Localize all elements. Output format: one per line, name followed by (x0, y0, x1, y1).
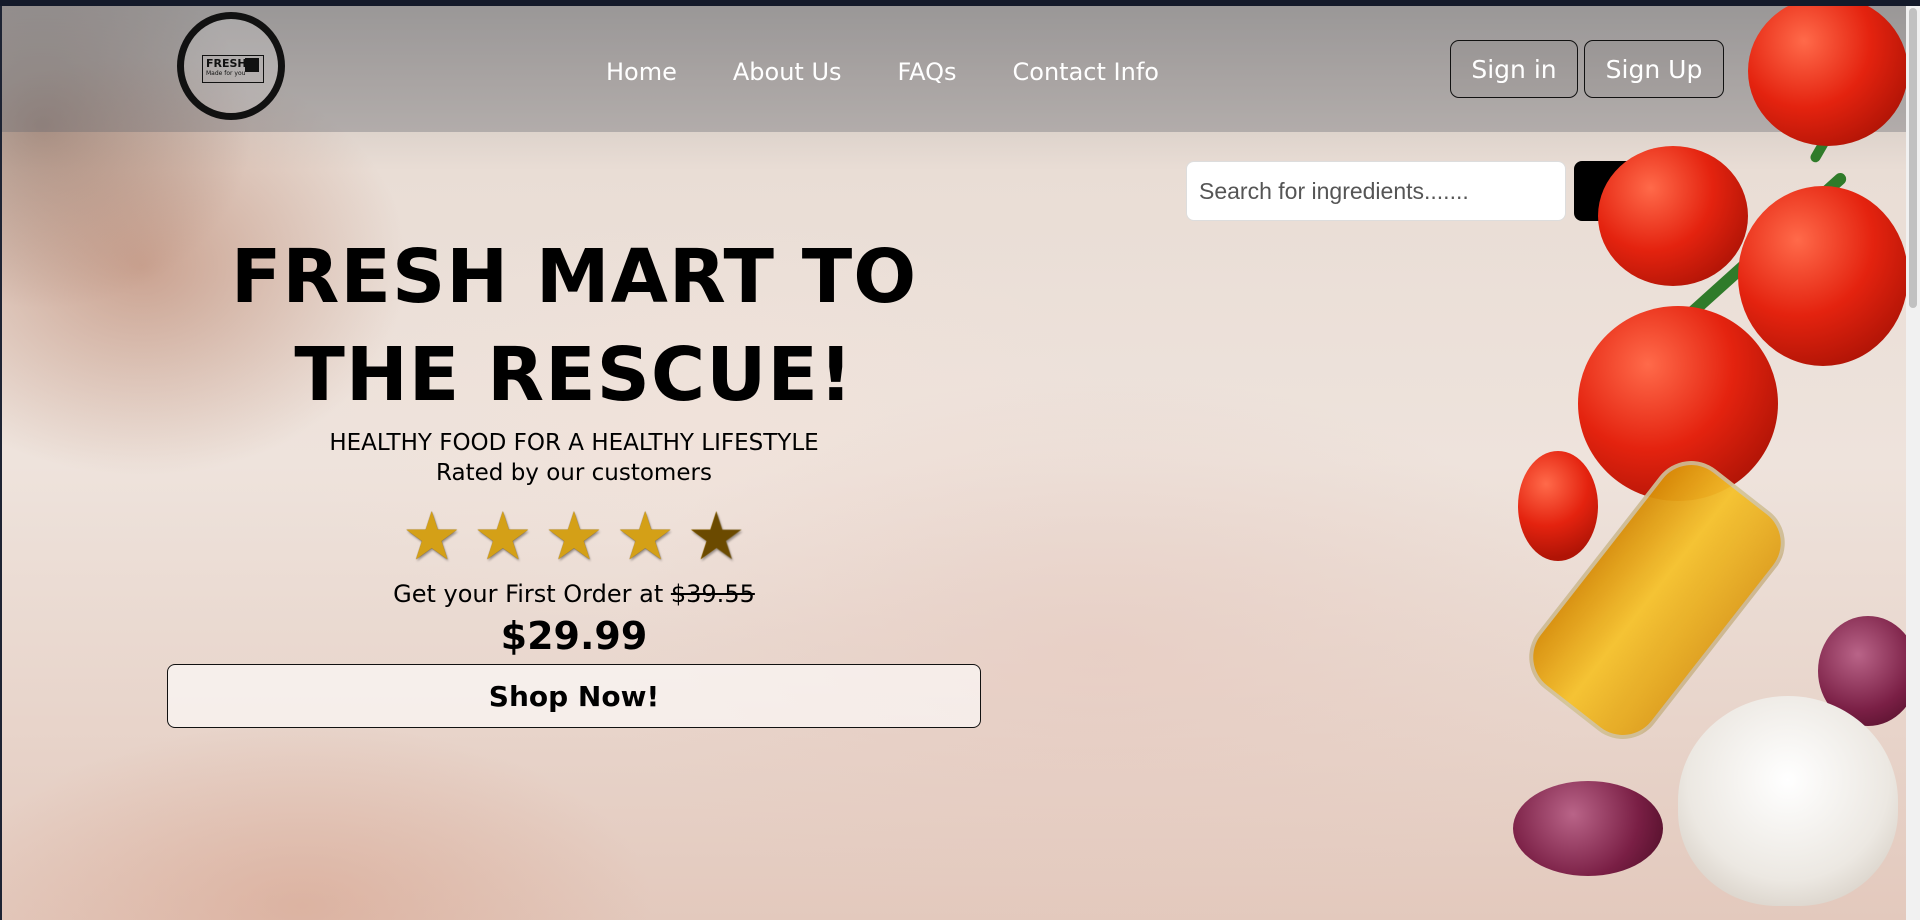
hero-tagline: HEALTHY FOOD FOR A HEALTHY LIFESTYLE (329, 430, 819, 456)
star-icon: ★ (473, 498, 533, 575)
star-icon: ★ (544, 498, 604, 575)
old-price: $39.55 (670, 580, 755, 608)
produce-image (1478, 6, 1908, 920)
shop-now-button[interactable]: Shop Now! (167, 664, 981, 728)
nav-home[interactable]: Home (606, 58, 677, 86)
nav-about-us[interactable]: About Us (733, 58, 842, 86)
offer-text: Get your First Order at $39.55 (167, 580, 981, 608)
cherry-tomato (1518, 451, 1598, 561)
logo-badge: FRESH Made for you (202, 55, 264, 83)
tomato (1598, 146, 1748, 286)
tomato (1748, 6, 1908, 146)
page: FRESH Made for you Home About Us FAQs Co… (0, 6, 1908, 920)
star-icon: ★ (402, 498, 462, 575)
nav-contact-info[interactable]: Contact Info (1013, 58, 1159, 86)
logo-box-icon (245, 58, 259, 72)
tomato (1738, 186, 1908, 366)
nav-faqs[interactable]: FAQs (898, 58, 957, 86)
scrollbar-thumb[interactable] (1909, 8, 1917, 308)
rating-stars: ★ ★ ★ ★ ★ (167, 498, 981, 575)
half-star-icon: ★ (686, 498, 746, 575)
hero: FRESH MART TO THE RESCUE! HEALTHY FOOD F… (167, 228, 981, 728)
scrollbar[interactable] (1906, 6, 1920, 920)
logo[interactable]: FRESH Made for you (177, 12, 285, 120)
offer-label: Get your First Order at (393, 580, 664, 608)
onion (1513, 781, 1663, 876)
price: $29.99 (500, 614, 648, 658)
nav-links: Home About Us FAQs Contact Info (606, 58, 1215, 86)
star-icon: ★ (615, 498, 675, 575)
hero-title: FRESH MART TO THE RESCUE! (230, 234, 918, 418)
rated-text: Rated by our customers (436, 460, 712, 486)
garlic (1678, 696, 1898, 906)
